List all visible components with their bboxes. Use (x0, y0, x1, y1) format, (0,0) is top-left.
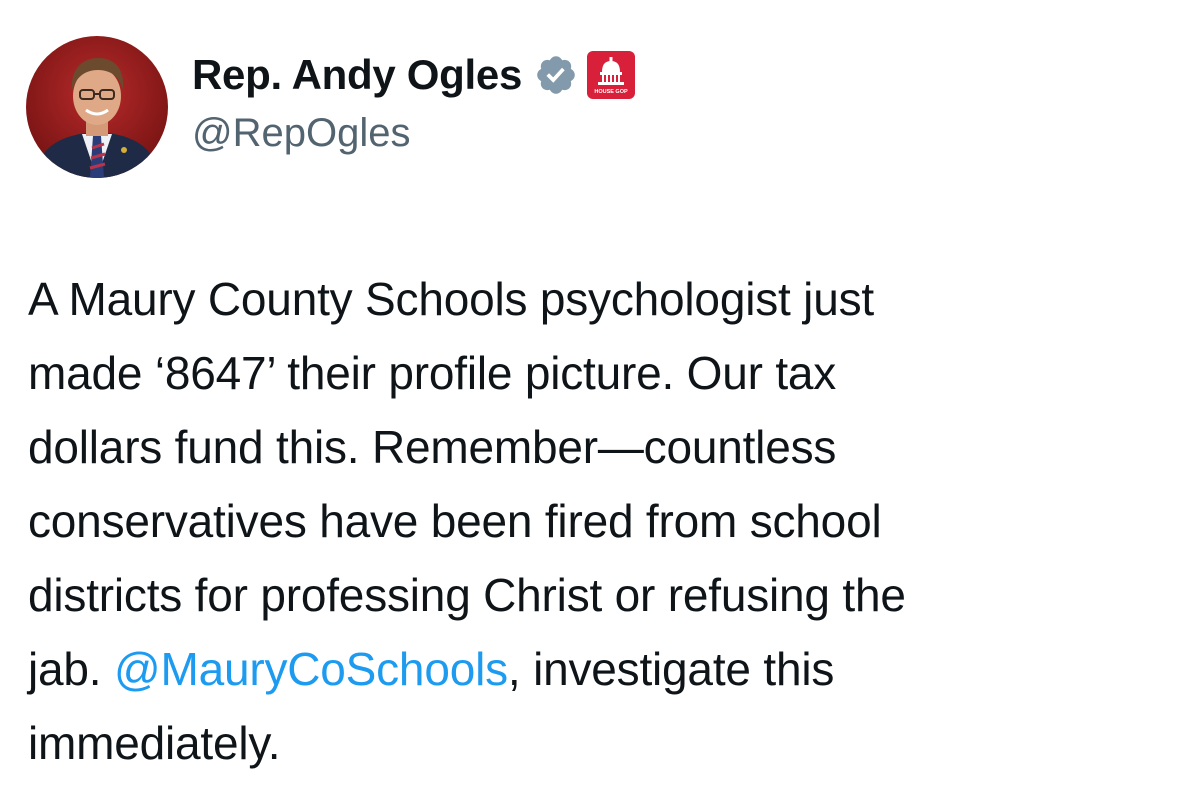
mention-link[interactable]: @MauryCoSchools (114, 643, 508, 695)
tweet-line-3: dollars fund this. Remember—countless (28, 421, 837, 473)
author-identity: Rep. Andy Ogles HOUSE GOP @RepOgles (192, 49, 636, 156)
verified-badge-icon[interactable] (534, 53, 578, 97)
author-handle[interactable]: @RepOgles (192, 111, 636, 156)
tweet-line-6: jab. @MauryCoSchools, investigate this (28, 632, 1178, 706)
tweet-text: A Maury County Schools psychologist just… (28, 262, 1178, 780)
tweet-line-5: districts for professing Christ or refus… (28, 569, 906, 621)
avatar-photo (26, 36, 168, 178)
tweet-line-6-suffix: , investigate this (507, 643, 835, 695)
tweet-header: Rep. Andy Ogles HOUSE GOP @RepOgles (26, 36, 636, 178)
tweet-line-1: A Maury County Schools psychologist just (28, 273, 874, 325)
affiliation-badge-text: HOUSE GOP (594, 89, 628, 95)
tweet-line-4: conservatives have been fired from schoo… (28, 495, 882, 547)
avatar[interactable] (26, 36, 168, 178)
tweet-line-2: made ‘8647’ their profile picture. Our t… (28, 347, 837, 399)
tweet-line-6-prefix: jab. (28, 643, 114, 695)
tweet-line-7: immediately. (28, 717, 281, 769)
name-row: Rep. Andy Ogles HOUSE GOP (192, 49, 636, 101)
author-display-name[interactable]: Rep. Andy Ogles (192, 51, 522, 99)
house-gop-capitol-icon[interactable]: HOUSE GOP (586, 50, 636, 100)
